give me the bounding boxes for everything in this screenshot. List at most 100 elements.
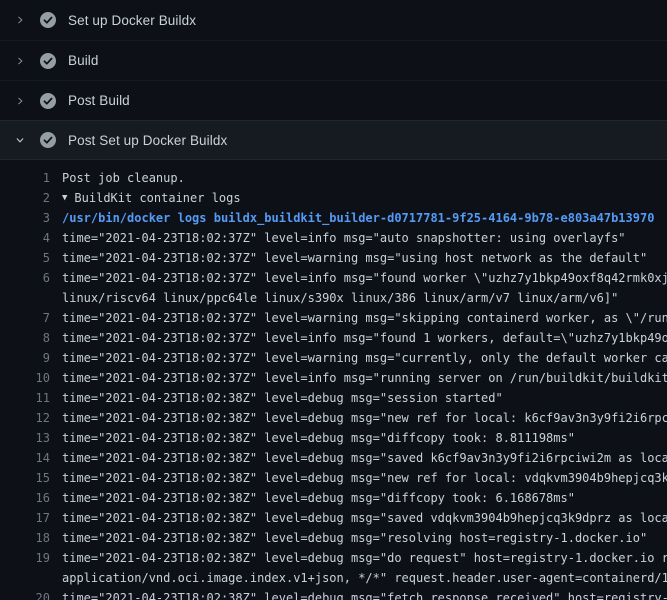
step-label: Post Build bbox=[68, 93, 130, 108]
log-line-text: linux/riscv64 linux/ppc64le linux/s390x … bbox=[62, 288, 618, 308]
chevron-right-icon bbox=[12, 12, 28, 28]
log-line-number[interactable]: 5 bbox=[0, 248, 50, 268]
log-line-content: /usr/bin/docker logs buildx_buildkit_bui… bbox=[62, 208, 667, 228]
log-line: linux/riscv64 linux/ppc64le linux/s390x … bbox=[0, 288, 667, 308]
step-header-post-set-up-docker-buildx[interactable]: Post Set up Docker Buildx bbox=[0, 120, 667, 160]
log-line-text: time="2021-04-23T18:02:38Z" level=debug … bbox=[62, 528, 647, 548]
log-line-number[interactable]: 11 bbox=[0, 388, 50, 408]
log-line-text: time="2021-04-23T18:02:37Z" level=warnin… bbox=[62, 308, 667, 328]
log-line-content: time="2021-04-23T18:02:37Z" level=info m… bbox=[62, 368, 667, 388]
log-line: 5 time="2021-04-23T18:02:37Z" level=warn… bbox=[0, 248, 667, 268]
log-line-number[interactable]: 3 bbox=[0, 208, 50, 228]
log-line-number[interactable]: 20 bbox=[0, 588, 50, 600]
chevron-right-icon bbox=[12, 93, 28, 109]
log-line: 2 ▼ BuildKit container logs bbox=[0, 188, 667, 208]
log-line: 8 time="2021-04-23T18:02:37Z" level=info… bbox=[0, 328, 667, 348]
log-line-number[interactable]: 19 bbox=[0, 548, 50, 568]
log-line-text: time="2021-04-23T18:02:38Z" level=debug … bbox=[62, 388, 503, 408]
log-line-text: BuildKit container logs bbox=[74, 188, 240, 208]
log-line-text: time="2021-04-23T18:02:38Z" level=debug … bbox=[62, 508, 667, 528]
log-line-text: time="2021-04-23T18:02:37Z" level=info m… bbox=[62, 368, 667, 388]
log-line-number[interactable]: 1 bbox=[0, 168, 50, 188]
log-line-number[interactable]: 15 bbox=[0, 468, 50, 488]
log-line-number[interactable]: 10 bbox=[0, 368, 50, 388]
log-line-number[interactable]: 13 bbox=[0, 428, 50, 448]
log-line: 3 /usr/bin/docker logs buildx_buildkit_b… bbox=[0, 208, 667, 228]
log-line: 18 time="2021-04-23T18:02:38Z" level=deb… bbox=[0, 528, 667, 548]
log-line-number[interactable]: 4 bbox=[0, 228, 50, 248]
log-line-text: time="2021-04-23T18:02:37Z" level=info m… bbox=[62, 228, 626, 248]
log-line-content: time="2021-04-23T18:02:38Z" level=debug … bbox=[62, 508, 667, 528]
log-line-text: time="2021-04-23T18:02:38Z" level=debug … bbox=[62, 588, 667, 600]
log-line-text: time="2021-04-23T18:02:37Z" level=info m… bbox=[62, 268, 667, 288]
log-line-text: time="2021-04-23T18:02:38Z" level=debug … bbox=[62, 428, 575, 448]
log-line-content: time="2021-04-23T18:02:38Z" level=debug … bbox=[62, 548, 667, 568]
log-line-text: time="2021-04-23T18:02:38Z" level=debug … bbox=[62, 488, 575, 508]
log-line-number[interactable]: 7 bbox=[0, 308, 50, 328]
log-line-number[interactable]: 18 bbox=[0, 528, 50, 548]
log-line-number[interactable]: 12 bbox=[0, 408, 50, 428]
log-line: application/vnd.oci.image.index.v1+json,… bbox=[0, 568, 667, 588]
log-line: 17 time="2021-04-23T18:02:38Z" level=deb… bbox=[0, 508, 667, 528]
log-line-number[interactable]: 8 bbox=[0, 328, 50, 348]
check-circle-icon bbox=[40, 53, 56, 69]
step-header-set-up-docker-buildx[interactable]: Set up Docker Buildx bbox=[0, 0, 667, 40]
log-line-number[interactable]: 16 bbox=[0, 488, 50, 508]
log-line-text: time="2021-04-23T18:02:38Z" level=debug … bbox=[62, 548, 667, 568]
check-circle-icon bbox=[40, 132, 56, 148]
log-line-text: Post job cleanup. bbox=[62, 168, 185, 188]
log-line-number[interactable]: 2 bbox=[0, 188, 50, 208]
log-line-content: time="2021-04-23T18:02:38Z" level=debug … bbox=[62, 588, 667, 600]
log-line-content: Post job cleanup. bbox=[62, 168, 667, 188]
actions-log-viewer: Set up Docker Buildx Build P bbox=[0, 0, 667, 600]
log-line-content: time="2021-04-23T18:02:37Z" level=info m… bbox=[62, 328, 667, 348]
log-line-content: time="2021-04-23T18:02:38Z" level=debug … bbox=[62, 448, 667, 468]
log-line-content: application/vnd.oci.image.index.v1+json,… bbox=[62, 568, 667, 588]
step-label: Post Set up Docker Buildx bbox=[68, 133, 227, 148]
log-group-caret-icon[interactable]: ▼ bbox=[62, 188, 67, 208]
log-line-content: linux/riscv64 linux/ppc64le linux/s390x … bbox=[62, 288, 667, 308]
log-line: 13 time="2021-04-23T18:02:38Z" level=deb… bbox=[0, 428, 667, 448]
log-line-content: time="2021-04-23T18:02:38Z" level=debug … bbox=[62, 408, 667, 428]
log-line-text: time="2021-04-23T18:02:37Z" level=info m… bbox=[62, 328, 667, 348]
log-line-number[interactable]: 6 bbox=[0, 268, 50, 288]
log-line-text: application/vnd.oci.image.index.v1+json,… bbox=[62, 568, 667, 588]
check-circle-icon bbox=[40, 93, 56, 109]
log-line: 16 time="2021-04-23T18:02:38Z" level=deb… bbox=[0, 488, 667, 508]
step-header-build[interactable]: Build bbox=[0, 40, 667, 80]
log-line-content: time="2021-04-23T18:02:37Z" level=info m… bbox=[62, 228, 667, 248]
log-line: 6 time="2021-04-23T18:02:37Z" level=info… bbox=[0, 268, 667, 288]
log-line-number[interactable]: 9 bbox=[0, 348, 50, 368]
log-line: 10 time="2021-04-23T18:02:37Z" level=inf… bbox=[0, 368, 667, 388]
step-list: Set up Docker Buildx Build P bbox=[0, 0, 667, 160]
log-line-number[interactable] bbox=[0, 568, 50, 588]
step-header-post-build[interactable]: Post Build bbox=[0, 80, 667, 120]
log-line: 15 time="2021-04-23T18:02:38Z" level=deb… bbox=[0, 468, 667, 488]
log-line: 4 time="2021-04-23T18:02:37Z" level=info… bbox=[0, 228, 667, 248]
log-line-text: time="2021-04-23T18:02:38Z" level=debug … bbox=[62, 448, 667, 468]
log-line-content: time="2021-04-23T18:02:37Z" level=info m… bbox=[62, 268, 667, 288]
log-line: 19 time="2021-04-23T18:02:38Z" level=deb… bbox=[0, 548, 667, 568]
log-line-content: time="2021-04-23T18:02:38Z" level=debug … bbox=[62, 428, 667, 448]
log-line-content: time="2021-04-23T18:02:38Z" level=debug … bbox=[62, 528, 667, 548]
log-body: 1 Post job cleanup. 2 ▼ BuildKit contain… bbox=[0, 160, 667, 600]
log-line-content: time="2021-04-23T18:02:38Z" level=debug … bbox=[62, 488, 667, 508]
log-line-number[interactable] bbox=[0, 288, 50, 308]
chevron-down-icon bbox=[12, 132, 28, 148]
log-line: 20 time="2021-04-23T18:02:38Z" level=deb… bbox=[0, 588, 667, 600]
log-line: 7 time="2021-04-23T18:02:37Z" level=warn… bbox=[0, 308, 667, 328]
log-line-text: /usr/bin/docker logs buildx_buildkit_bui… bbox=[62, 208, 654, 228]
log-line-number[interactable]: 17 bbox=[0, 508, 50, 528]
log-line-text: time="2021-04-23T18:02:38Z" level=debug … bbox=[62, 468, 667, 488]
log-line-text: time="2021-04-23T18:02:37Z" level=warnin… bbox=[62, 348, 667, 368]
log-line-content: time="2021-04-23T18:02:38Z" level=debug … bbox=[62, 468, 667, 488]
log-line-content: time="2021-04-23T18:02:38Z" level=debug … bbox=[62, 388, 667, 408]
log-line-content: time="2021-04-23T18:02:37Z" level=warnin… bbox=[62, 308, 667, 328]
log-line-content: ▼ BuildKit container logs bbox=[62, 188, 667, 208]
step-label: Set up Docker Buildx bbox=[68, 13, 196, 28]
log-line: 1 Post job cleanup. bbox=[0, 168, 667, 188]
log-line-text: time="2021-04-23T18:02:38Z" level=debug … bbox=[62, 408, 667, 428]
log-line-text: time="2021-04-23T18:02:37Z" level=warnin… bbox=[62, 248, 647, 268]
log-line: 14 time="2021-04-23T18:02:38Z" level=deb… bbox=[0, 448, 667, 468]
log-line-number[interactable]: 14 bbox=[0, 448, 50, 468]
